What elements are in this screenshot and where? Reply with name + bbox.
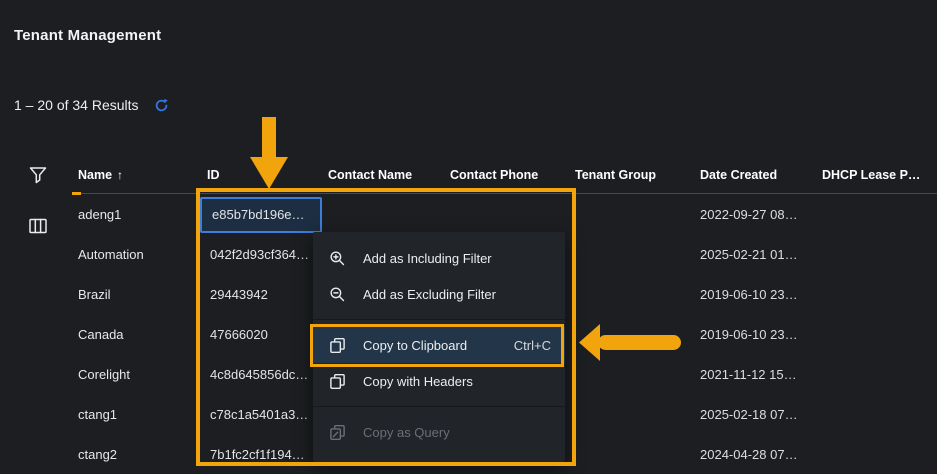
cell-id[interactable]: 29443942 <box>210 277 268 313</box>
cell-name[interactable]: adeng1 <box>78 197 121 233</box>
menu-item-label: Copy to Clipboard <box>363 338 498 353</box>
copy-query-icon <box>329 423 347 441</box>
cell-name[interactable]: Automation <box>78 237 144 273</box>
cell-id[interactable]: 47666020 <box>210 317 268 353</box>
cell-id[interactable]: 7b1fc2cf1f194… <box>210 437 305 473</box>
menu-item-add-as-excluding-filter[interactable]: Add as Excluding Filter <box>313 276 565 312</box>
selected-cell-id[interactable]: e85b7bd196e… <box>200 197 322 233</box>
menu-item-add-as-including-filter[interactable]: Add as Including Filter <box>313 240 565 276</box>
zoom-out-icon <box>329 285 347 303</box>
cell-id[interactable]: 042f2d93cf364… <box>210 237 309 273</box>
cell-date-created[interactable]: 2019-06-10 23… <box>700 317 798 353</box>
menu-divider <box>313 319 565 320</box>
table-row: adeng1 e85b7bd196e… 2022-09-27 08… <box>0 197 937 233</box>
cell-date-created[interactable]: 2025-02-21 01… <box>700 237 798 273</box>
cell-name[interactable]: ctang1 <box>78 397 117 433</box>
menu-divider <box>313 406 565 407</box>
menu-item-label: Add as Excluding Filter <box>363 287 551 302</box>
cell-name[interactable]: ctang2 <box>78 437 117 473</box>
cell-name[interactable]: Brazil <box>78 277 111 313</box>
tenant-management-screen: Tenant Management 1 – 20 of 34 Results N <box>0 0 937 474</box>
cell-date-created[interactable]: 2025-02-18 07… <box>700 397 798 433</box>
menu-item-copy-to-clipboard[interactable]: Copy to Clipboard Ctrl+C <box>313 327 565 363</box>
menu-item-label: Add as Including Filter <box>363 251 551 266</box>
menu-item-label: Copy with Headers <box>363 374 551 389</box>
menu-item-shortcut: Ctrl+C <box>514 338 551 353</box>
cell-date-created[interactable]: 2021-11-12 15… <box>700 357 797 393</box>
context-menu: Add as Including Filter Add as Excluding … <box>313 232 565 462</box>
cell-name[interactable]: Canada <box>78 317 124 353</box>
menu-item-label: Copy as Query <box>363 425 551 440</box>
cell-name[interactable]: Corelight <box>78 357 130 393</box>
cell-date-created[interactable]: 2024-04-28 07… <box>700 437 798 473</box>
menu-item-copy-as-query[interactable]: Copy as Query <box>313 414 565 450</box>
cell-id[interactable]: c78c1a5401a3… <box>210 397 308 433</box>
copy-icon <box>329 336 347 354</box>
menu-item-copy-with-headers[interactable]: Copy with Headers <box>313 363 565 399</box>
cell-id[interactable]: 4c8d645856dc… <box>210 357 308 393</box>
cell-date-created[interactable]: 2019-06-10 23… <box>700 277 798 313</box>
zoom-in-icon <box>329 249 347 267</box>
cell-date-created[interactable]: 2022-09-27 08… <box>700 197 798 233</box>
copy-icon <box>329 372 347 390</box>
